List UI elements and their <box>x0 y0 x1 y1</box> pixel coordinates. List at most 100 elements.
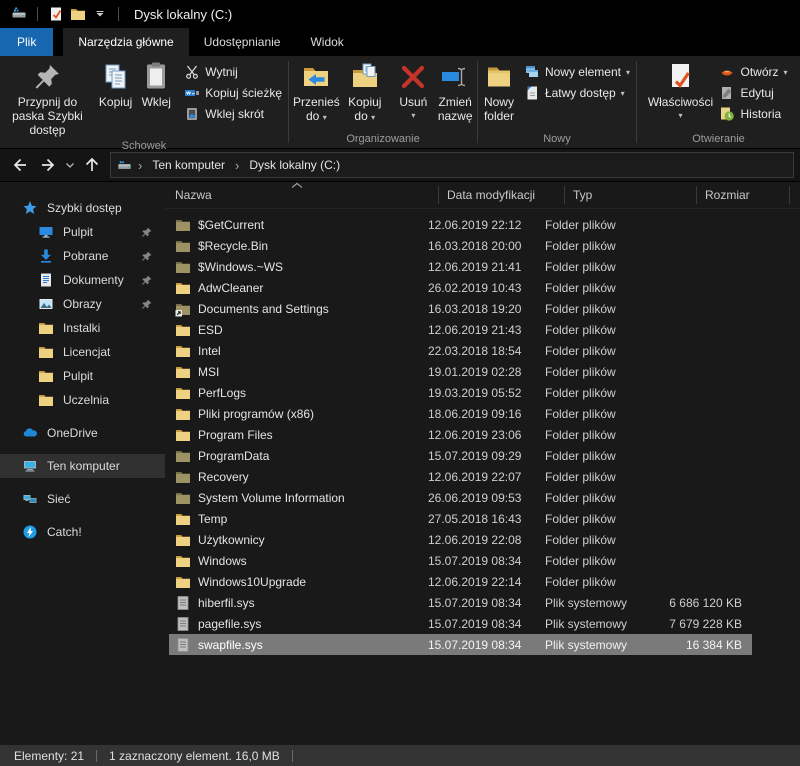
breadcrumb-local-disk-c[interactable]: Dysk lokalny (C:) <box>245 156 344 174</box>
onedrive-cloud-icon <box>22 425 38 441</box>
file-row-system-volume-information[interactable]: System Volume Information26.06.2019 09:5… <box>169 487 752 508</box>
file-row-pagefile-sys[interactable]: pagefile.sys15.07.2019 08:34Plik systemo… <box>169 613 752 634</box>
sidebar-item-obrazy[interactable]: Obrazy <box>0 292 165 316</box>
main-area: Szybki dostępPulpitPobraneDokumentyObraz… <box>0 182 800 747</box>
ribbon-section-new: Nowy folder Nowy element ▾ Łatwy dostęp … <box>478 56 636 148</box>
file-date: 27.05.2018 16:43 <box>428 512 545 526</box>
navigation-bar: › Ten komputer › Dysk lokalny (C:) <box>0 149 800 182</box>
quick-access-star-icon <box>22 200 38 216</box>
move-to-button[interactable]: Przenieś do ▾ <box>289 56 344 126</box>
breadcrumb-this-pc[interactable]: Ten komputer <box>148 156 229 174</box>
ribbon: Przypnij do paska Szybki dostęp Kopiuj W… <box>0 56 800 149</box>
pin-icon <box>140 226 153 239</box>
sidebar-item-uczelnia[interactable]: Uczelnia <box>0 388 165 412</box>
sidebar-item-licencjat[interactable]: Licencjat <box>0 340 165 364</box>
tab-file[interactable]: Plik <box>0 28 53 56</box>
new-folder-button[interactable]: Nowy folder <box>478 56 520 126</box>
file-row-recycle-bin[interactable]: $Recycle.Bin16.03.2018 20:00Folder plikó… <box>169 235 752 256</box>
documents-icon <box>38 272 54 288</box>
file-date: 12.06.2019 22:14 <box>428 575 545 589</box>
file-row-recovery[interactable]: Recovery12.06.2019 22:07Folder plików <box>169 466 752 487</box>
file-name: PerfLogs <box>198 386 246 400</box>
copy-path-button[interactable]: Kopiuj ścieżkę <box>184 85 282 101</box>
new-item-button[interactable]: Nowy element ▾ <box>524 64 630 80</box>
file-row-programdata[interactable]: ProgramData15.07.2019 09:29Folder plików <box>169 445 752 466</box>
file-row-temp[interactable]: Temp27.05.2018 16:43Folder plików <box>169 508 752 529</box>
qat-new-folder-button[interactable] <box>67 3 89 25</box>
edit-button[interactable]: Edytuj <box>719 85 787 101</box>
file-row-użytkownicy[interactable]: Użytkownicy12.06.2019 22:08Folder plików <box>169 529 752 550</box>
file-row-perflogs[interactable]: PerfLogs19.03.2019 05:52Folder plików <box>169 382 752 403</box>
file-name: Program Files <box>198 428 273 442</box>
pin-to-quick-access-button[interactable]: Przypnij do paska Szybki dostęp <box>0 56 95 139</box>
copy-to-button[interactable]: Kopiuj do ▾ <box>344 56 386 126</box>
sidebar-item-catch![interactable]: Catch! <box>0 520 165 544</box>
ribbon-section-clipboard: Przypnij do paska Szybki dostęp Kopiuj W… <box>0 56 288 148</box>
file-row-windows10upgrade[interactable]: Windows10Upgrade12.06.2019 22:14Folder p… <box>169 571 752 592</box>
sidebar-item-dokumenty[interactable]: Dokumenty <box>0 268 165 292</box>
file-date: 15.07.2019 08:34 <box>428 596 545 610</box>
sidebar-item-szybki-dostęp[interactable]: Szybki dostęp <box>0 196 165 220</box>
easy-access-button[interactable]: Łatwy dostęp ▾ <box>524 85 630 101</box>
sidebar-item-pulpit[interactable]: Pulpit <box>0 220 165 244</box>
file-row-msi[interactable]: MSI19.01.2019 02:28Folder plików <box>169 361 752 382</box>
back-button[interactable] <box>6 152 34 178</box>
qat-properties-button[interactable] <box>45 3 67 25</box>
folder-icon <box>175 511 191 527</box>
sidebar-item-label: Licencjat <box>63 345 110 359</box>
forward-button[interactable] <box>34 152 62 178</box>
file-date: 19.01.2019 02:28 <box>428 365 545 379</box>
tab-view[interactable]: Widok <box>295 28 358 56</box>
cut-button[interactable]: Wytnij <box>184 64 282 80</box>
sidebar-item-sieć[interactable]: Sieć <box>0 487 165 511</box>
file-row-hiberfil-sys[interactable]: hiberfil.sys15.07.2019 08:34Plik systemo… <box>169 592 752 613</box>
file-type: Folder plików <box>545 323 668 337</box>
pushpin-icon <box>31 61 63 93</box>
sidebar-item-pobrane[interactable]: Pobrane <box>0 244 165 268</box>
sidebar-item-ten-komputer[interactable]: Ten komputer <box>0 454 165 478</box>
file-name-cell: Temp <box>169 511 428 527</box>
history-button[interactable]: Historia <box>719 106 787 122</box>
column-header-type[interactable]: Typ <box>565 186 697 204</box>
file-row-program-files[interactable]: Program Files12.06.2019 23:06Folder plik… <box>169 424 752 445</box>
file-row-intel[interactable]: Intel22.03.2018 18:54Folder plików <box>169 340 752 361</box>
tab-share[interactable]: Udostępnianie <box>189 28 296 56</box>
file-row-windows[interactable]: Windows15.07.2019 08:34Folder plików <box>169 550 752 571</box>
recent-locations-dropdown[interactable] <box>62 152 78 178</box>
file-row-documents-and-settings[interactable]: Documents and Settings16.03.2018 19:20Fo… <box>169 298 752 319</box>
folder-icon <box>38 368 54 384</box>
dropdown-caret: ▾ <box>323 113 327 122</box>
column-header-date-modified[interactable]: Data modyfikacji <box>439 186 565 204</box>
column-header-size[interactable]: Rozmiar <box>697 186 790 204</box>
copy-button[interactable]: Kopiuj <box>95 56 136 112</box>
sidebar-item-onedrive[interactable]: OneDrive <box>0 421 165 445</box>
rename-button[interactable]: Zmień nazwę <box>433 56 477 126</box>
file-row-esd[interactable]: ESD12.06.2019 21:43Folder plików <box>169 319 752 340</box>
properties-button[interactable]: Właściwości ▾ <box>643 56 717 122</box>
qat-customize-dropdown[interactable] <box>89 3 111 25</box>
paste-shortcut-button[interactable]: Wklej skrót <box>184 106 282 122</box>
file-row-pliki-programów-x86[interactable]: Pliki programów (x86)18.06.2019 09:16Fol… <box>169 403 752 424</box>
sidebar-item-instalki[interactable]: Instalki <box>0 316 165 340</box>
paste-button[interactable]: Wklej <box>136 56 176 112</box>
file-list: $GetCurrent12.06.2019 22:12Folder plików… <box>165 209 800 655</box>
up-button[interactable] <box>78 152 106 178</box>
delete-button[interactable]: Usuń ▾ <box>393 56 433 122</box>
file-row-swapfile-sys[interactable]: swapfile.sys15.07.2019 08:34Plik systemo… <box>169 634 752 655</box>
file-row-windows-ws[interactable]: $Windows.~WS12.06.2019 21:41Folder plikó… <box>169 256 752 277</box>
file-type: Folder plików <box>545 407 668 421</box>
file-name: Windows <box>198 554 247 568</box>
tab-home[interactable]: Narzędzia główne <box>63 28 188 56</box>
sidebar-list: Szybki dostępPulpitPobraneDokumentyObraz… <box>0 196 165 544</box>
file-name: hiberfil.sys <box>198 596 255 610</box>
file-date: 12.06.2019 22:08 <box>428 533 545 547</box>
file-date: 15.07.2019 09:29 <box>428 449 545 463</box>
file-row-adwcleaner[interactable]: AdwCleaner26.02.2019 10:43Folder plików <box>169 277 752 298</box>
sidebar-item-pulpit[interactable]: Pulpit <box>0 364 165 388</box>
section-label-new: Nowy <box>478 132 636 148</box>
address-bar[interactable]: › Ten komputer › Dysk lokalny (C:) <box>110 152 794 178</box>
file-row-getcurrent[interactable]: $GetCurrent12.06.2019 22:12Folder plików <box>169 214 752 235</box>
file-name: Pliki programów (x86) <box>198 407 314 421</box>
sidebar-item-label: Pulpit <box>63 369 93 383</box>
open-button[interactable]: Otwórz ▾ <box>719 64 787 80</box>
